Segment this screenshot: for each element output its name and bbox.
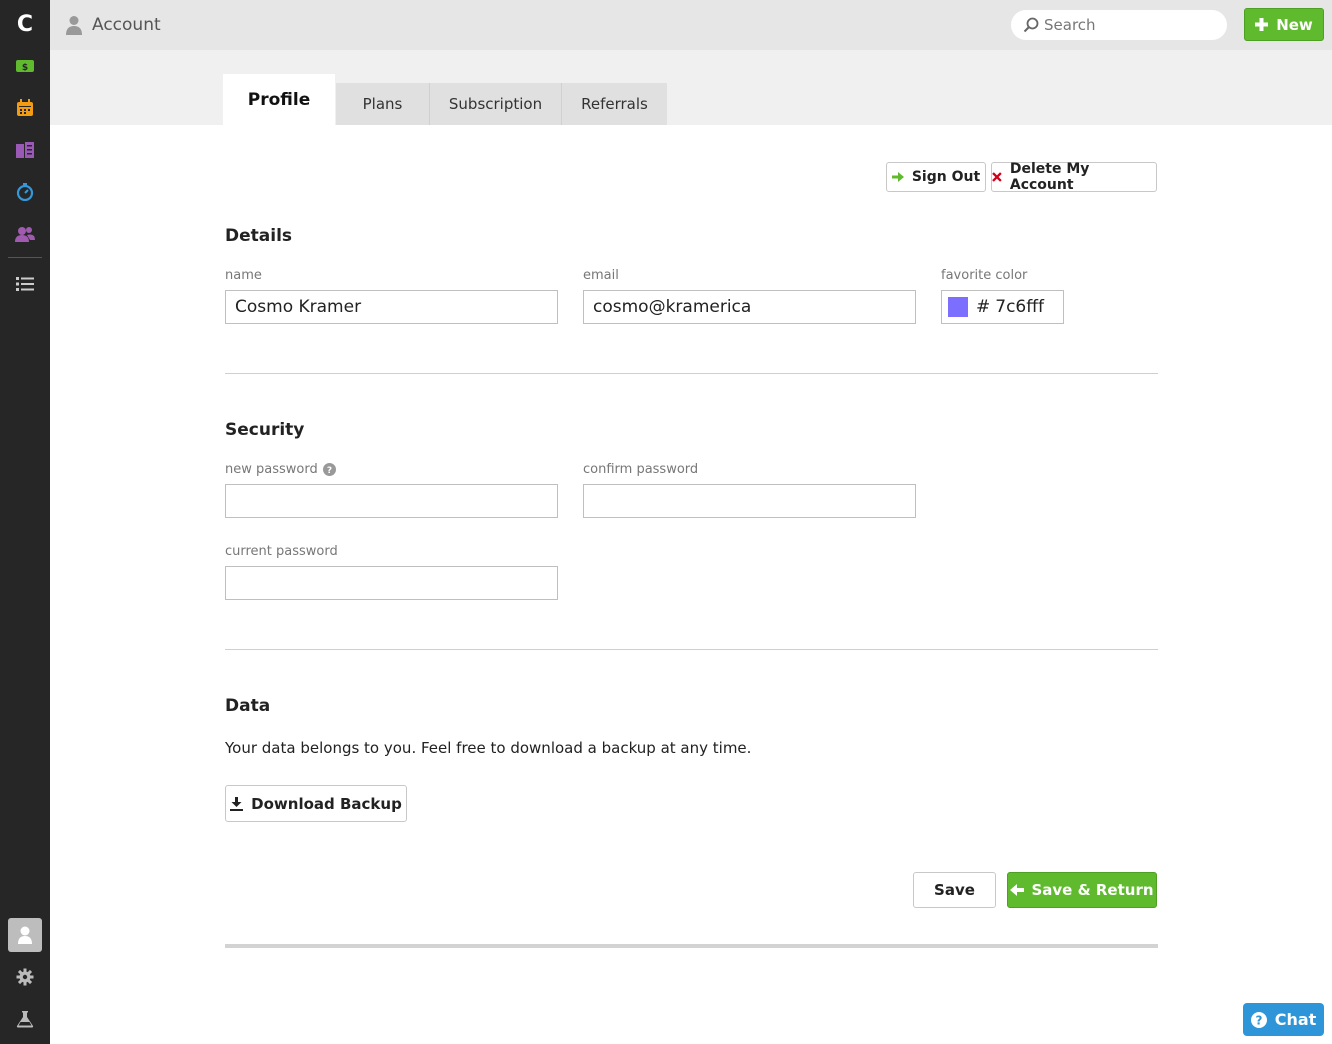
download-icon <box>230 796 244 811</box>
favorite-color-field[interactable]: # 7c6fff <box>941 290 1064 324</box>
list-icon <box>16 277 34 291</box>
delete-account-label: Delete My Account <box>1009 161 1090 193</box>
sidebar-item-account[interactable] <box>8 918 42 952</box>
account-icon <box>18 926 32 944</box>
sign-out-button[interactable]: Sign Out <box>886 162 986 192</box>
color-value: 7c6fff <box>995 297 1044 317</box>
svg-text:?: ? <box>1255 1013 1262 1027</box>
sidebar-item-money[interactable]: $ <box>0 48 50 84</box>
notes-icon <box>16 142 34 158</box>
save-and-return-button[interactable]: Save & Return <box>1007 872 1157 908</box>
name-label: name <box>225 268 262 283</box>
sidebar-item-calendar[interactable] <box>0 90 50 126</box>
color-swatch[interactable] <box>948 297 968 317</box>
page-title-text: Account <box>92 15 161 35</box>
sidebar-item-timer[interactable] <box>0 174 50 210</box>
security-heading: Security <box>225 420 305 440</box>
new-button-label: New <box>1276 15 1313 34</box>
confirm-password-field[interactable] <box>583 484 916 518</box>
sidebar: C $ <box>0 0 50 1044</box>
save-button[interactable]: Save <box>913 872 996 908</box>
new-password-field[interactable] <box>225 484 558 518</box>
sidebar-item-list[interactable] <box>0 266 50 302</box>
current-password-field[interactable] <box>225 566 558 600</box>
search-icon <box>1023 17 1039 33</box>
tab-bar: Profile Plans Subscription Referrals <box>50 50 1332 125</box>
tab-plans[interactable]: Plans <box>336 83 430 125</box>
email-label: email <box>583 268 619 283</box>
top-header: Account New <box>50 0 1332 50</box>
svg-text:?: ? <box>327 466 332 476</box>
user-icon <box>66 16 82 35</box>
page-title: Account <box>66 0 161 50</box>
color-hash: # <box>976 297 991 317</box>
sidebar-item-people[interactable] <box>0 216 50 252</box>
tab-referrals[interactable]: Referrals <box>562 83 667 125</box>
tab-profile[interactable]: Profile <box>223 74 335 125</box>
details-heading: Details <box>225 226 293 246</box>
sign-out-label: Sign Out <box>911 169 981 185</box>
section-divider <box>225 649 1158 650</box>
delete-account-button[interactable]: Delete My Account <box>991 161 1157 193</box>
search-input[interactable] <box>1044 16 1214 34</box>
new-password-label-text: new password <box>225 462 318 477</box>
help-circle-icon: ? <box>1250 1011 1267 1028</box>
download-backup-button[interactable]: Download Backup <box>225 785 407 822</box>
chat-label: Chat <box>1274 1010 1317 1029</box>
arrow-right-icon <box>891 172 904 182</box>
sidebar-item-notes[interactable] <box>0 132 50 168</box>
data-heading: Data <box>225 696 271 716</box>
money-icon: $ <box>16 60 34 73</box>
chat-button[interactable]: ? Chat <box>1243 1003 1324 1036</box>
sidebar-item-labs[interactable] <box>0 1001 50 1037</box>
tab-subscription[interactable]: Subscription <box>430 83 562 125</box>
help-icon[interactable]: ? <box>322 463 336 476</box>
new-button[interactable]: New <box>1244 8 1324 41</box>
confirm-password-label: confirm password <box>583 462 699 477</box>
plus-icon <box>1255 18 1269 31</box>
new-password-label: new password ? <box>225 462 336 477</box>
calendar-icon <box>17 99 33 116</box>
flask-icon <box>16 1011 34 1028</box>
name-field[interactable] <box>225 290 558 324</box>
svg-text:$: $ <box>22 63 28 73</box>
data-description: Your data belongs to you. Feel free to d… <box>225 739 752 757</box>
gear-icon <box>16 968 34 986</box>
sidebar-divider <box>8 257 42 258</box>
app-logo[interactable]: C <box>0 6 50 42</box>
search-box[interactable] <box>1011 10 1227 40</box>
favorite-color-label: favorite color <box>941 268 1028 283</box>
save-and-return-label: Save & Return <box>1031 881 1154 899</box>
close-icon <box>992 172 1002 182</box>
app-logo-letter: C <box>16 11 34 37</box>
bottom-divider <box>225 944 1158 948</box>
arrow-left-icon <box>1010 884 1025 896</box>
current-password-label: current password <box>225 544 338 559</box>
section-divider <box>225 373 1158 374</box>
timer-icon <box>16 183 34 201</box>
people-icon <box>15 227 35 242</box>
download-backup-label: Download Backup <box>251 794 402 813</box>
email-field[interactable] <box>583 290 916 324</box>
sidebar-item-settings[interactable] <box>0 959 50 995</box>
